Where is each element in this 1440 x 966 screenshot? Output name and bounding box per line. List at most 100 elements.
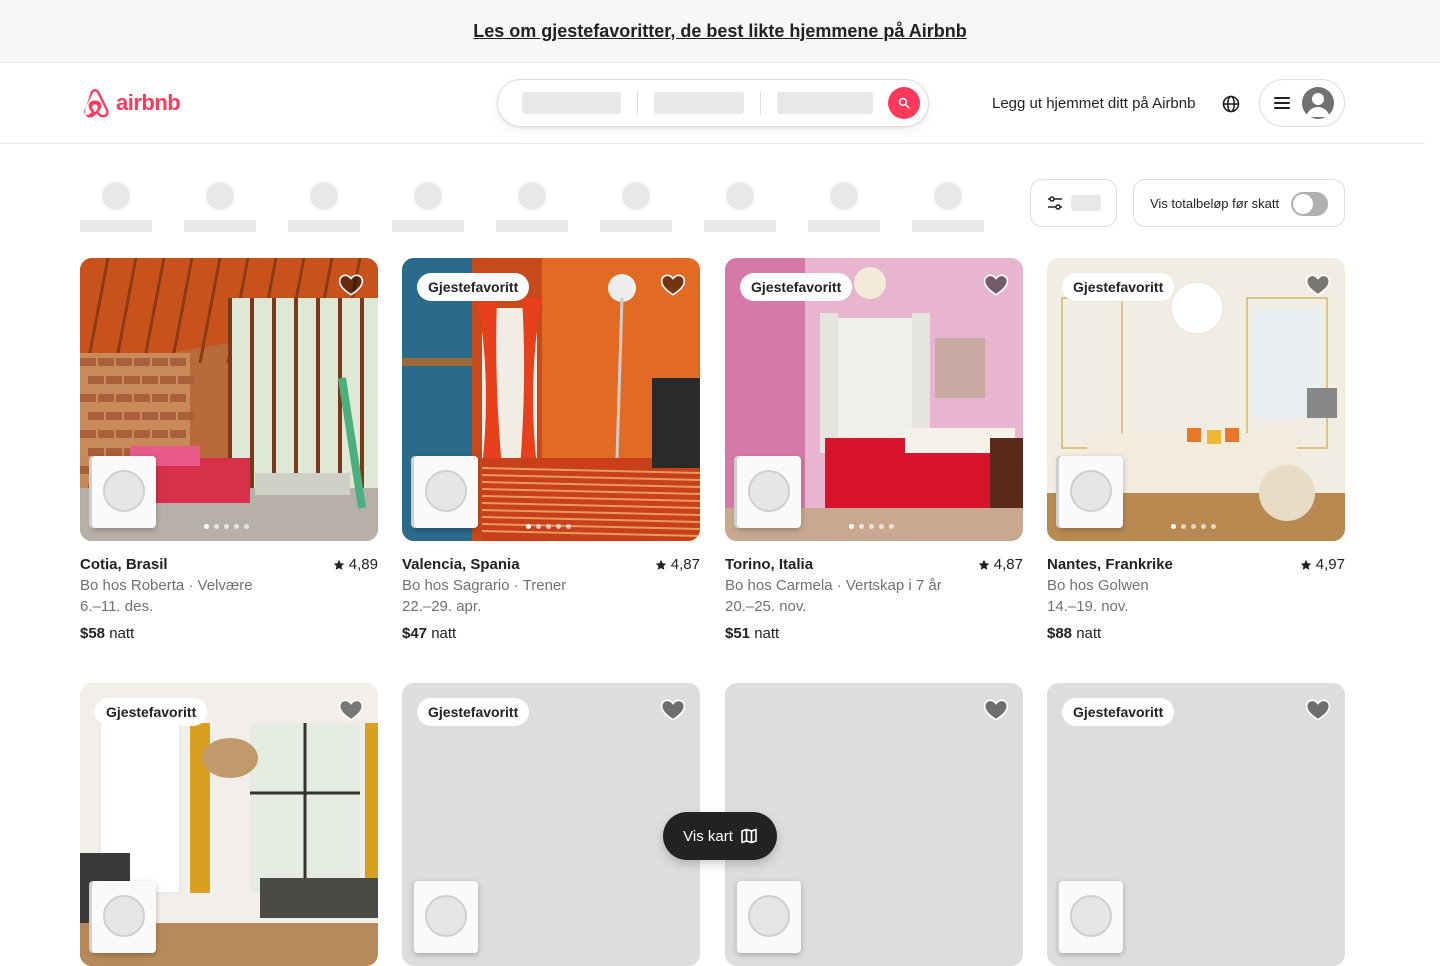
category-bar bbox=[80, 179, 1000, 232]
host-avatar-card bbox=[737, 881, 801, 953]
wishlist-heart-icon[interactable] bbox=[660, 697, 686, 723]
listing-rating: 4,87 bbox=[978, 554, 1023, 575]
listing-price: $88 natt bbox=[1047, 623, 1345, 644]
listing-details: Valencia, Spania 4,87 Bo hos Sagrario · … bbox=[402, 554, 700, 644]
listing-photo[interactable]: Gjestefavoritt bbox=[402, 258, 700, 541]
avatar bbox=[1302, 87, 1334, 119]
listing-card[interactable]: Cotia, Brasil 4,89 Bo hos Roberta · Velv… bbox=[80, 258, 378, 644]
listing-card[interactable]: Gjestefavoritt bbox=[80, 683, 378, 966]
guest-favorites-link[interactable]: Les om gjestefavoritter, de best likte h… bbox=[473, 21, 966, 42]
category-skeleton[interactable] bbox=[392, 182, 464, 232]
price-amount: $58 bbox=[80, 625, 106, 642]
rating-value: 4,89 bbox=[348, 556, 378, 573]
search-button[interactable] bbox=[888, 87, 920, 119]
listing-photo[interactable] bbox=[80, 258, 378, 541]
listing-price: $51 natt bbox=[725, 623, 1023, 644]
price-unit: natt bbox=[1076, 625, 1102, 642]
host-avatar-card bbox=[1059, 881, 1123, 953]
search-dates-placeholder[interactable] bbox=[654, 92, 744, 114]
listing-photo[interactable]: Gjestefavoritt bbox=[1047, 683, 1345, 966]
category-skeleton[interactable] bbox=[704, 182, 776, 232]
guest-favorite-badge: Gjestefavoritt bbox=[417, 273, 530, 301]
logo-wordmark: airbnb bbox=[116, 90, 181, 115]
rating-value: 4,87 bbox=[670, 556, 700, 573]
listing-card[interactable]: Gjestefavoritt Valencia, Spania 4,87 Bo … bbox=[402, 258, 700, 644]
wishlist-heart-icon[interactable] bbox=[338, 697, 364, 723]
search-guests-placeholder[interactable] bbox=[777, 92, 873, 114]
listing-host: Bo hos Sagrario · Trener bbox=[402, 577, 567, 594]
category-skeleton[interactable] bbox=[496, 182, 568, 232]
category-skeleton[interactable] bbox=[288, 182, 360, 232]
top-banner: Les om gjestefavoritter, de best likte h… bbox=[0, 0, 1440, 63]
listing-price: $47 natt bbox=[402, 623, 700, 644]
category-skeleton[interactable] bbox=[600, 182, 672, 232]
wishlist-heart-icon[interactable] bbox=[1305, 697, 1331, 723]
host-avatar-card bbox=[92, 881, 156, 953]
listing-photo[interactable]: Gjestefavoritt bbox=[1047, 258, 1345, 541]
tax-toggle-label: Vis totalbeløp før skatt bbox=[1150, 195, 1280, 211]
show-map-button[interactable]: Vis kart bbox=[663, 812, 777, 860]
host-avatar-card bbox=[414, 881, 478, 953]
category-skeleton[interactable] bbox=[184, 182, 256, 232]
tax-switch[interactable] bbox=[1291, 192, 1328, 216]
price-unit: natt bbox=[754, 625, 780, 642]
wishlist-heart-icon[interactable] bbox=[1305, 272, 1331, 298]
listing-details: Nantes, Frankrike 4,97 Bo hos Golwen 14.… bbox=[1047, 554, 1345, 644]
search-icon bbox=[898, 97, 910, 109]
listing-rating: 4,97 bbox=[1300, 554, 1345, 575]
become-host-link[interactable]: Legg ut hjemmet ditt på Airbnb bbox=[992, 95, 1195, 112]
listing-dates: 20.–25. nov. bbox=[725, 598, 807, 615]
carousel-dots bbox=[1171, 524, 1216, 529]
star-icon bbox=[333, 559, 345, 570]
search-divider bbox=[637, 91, 638, 115]
price-unit: natt bbox=[431, 625, 457, 642]
listing-dates: 14.–19. nov. bbox=[1047, 598, 1129, 615]
listing-photo[interactable]: Gjestefavoritt bbox=[80, 683, 378, 966]
rating-value: 4,97 bbox=[1315, 556, 1345, 573]
listing-rating: 4,87 bbox=[655, 554, 700, 575]
filters-label-skeleton bbox=[1071, 195, 1101, 211]
listing-photo[interactable]: Gjestefavoritt bbox=[725, 258, 1023, 541]
wishlist-heart-icon[interactable] bbox=[983, 697, 1009, 723]
star-icon bbox=[1300, 559, 1312, 570]
tax-toggle[interactable]: Vis totalbeløp før skatt bbox=[1133, 179, 1345, 227]
price-amount: $88 bbox=[1047, 625, 1073, 642]
guest-favorite-badge: Gjestefavoritt bbox=[740, 273, 853, 301]
airbnb-logo[interactable]: airbnb bbox=[80, 87, 181, 119]
search-bar[interactable] bbox=[497, 79, 929, 127]
listing-card[interactable]: Gjestefavoritt bbox=[1047, 683, 1345, 966]
category-skeleton[interactable] bbox=[80, 182, 152, 232]
wishlist-heart-icon[interactable] bbox=[660, 272, 686, 298]
wishlist-heart-icon[interactable] bbox=[338, 272, 364, 298]
category-skeleton[interactable] bbox=[912, 182, 984, 232]
listing-details: Torino, Italia 4,87 Bo hos Carmela · Ver… bbox=[725, 554, 1023, 644]
airbnb-logo-icon bbox=[83, 88, 109, 118]
carousel-dots bbox=[849, 524, 894, 529]
listing-card[interactable]: Gjestefavoritt bbox=[402, 683, 700, 966]
price-amount: $47 bbox=[402, 625, 428, 642]
category-skeleton[interactable] bbox=[808, 182, 880, 232]
rating-value: 4,87 bbox=[993, 556, 1023, 573]
listing-host: Bo hos Golwen bbox=[1047, 577, 1149, 594]
site-header: airbnb Legg ut hjemmet ditt på Airbnb bbox=[0, 63, 1425, 144]
host-avatar-card bbox=[414, 456, 478, 528]
user-menu-button[interactable] bbox=[1259, 79, 1345, 127]
guest-favorite-badge: Gjestefavoritt bbox=[1062, 273, 1175, 301]
globe-icon[interactable] bbox=[1221, 94, 1241, 114]
guest-favorite-badge: Gjestefavoritt bbox=[417, 698, 530, 726]
listing-dates: 6.–11. des. bbox=[80, 598, 154, 615]
listing-host: Bo hos Roberta · Velvære bbox=[80, 577, 253, 594]
listing-rating: 4,89 bbox=[333, 554, 378, 575]
search-location-placeholder[interactable] bbox=[522, 92, 621, 114]
map-icon bbox=[741, 828, 757, 844]
listing-price: $58 natt bbox=[80, 623, 378, 644]
listing-card[interactable]: Gjestefavoritt Torino, Italia 4,87 Bo ho… bbox=[725, 258, 1023, 644]
host-avatar-card bbox=[92, 456, 156, 528]
wishlist-heart-icon[interactable] bbox=[983, 272, 1009, 298]
hamburger-menu-icon bbox=[1274, 97, 1290, 109]
filters-button[interactable] bbox=[1030, 179, 1117, 227]
show-map-label: Vis kart bbox=[683, 827, 733, 845]
star-icon bbox=[655, 559, 667, 570]
listing-photo[interactable]: Gjestefavoritt bbox=[402, 683, 700, 966]
listing-card[interactable]: Gjestefavoritt Nantes, Frankrike 4,97 Bo… bbox=[1047, 258, 1345, 644]
